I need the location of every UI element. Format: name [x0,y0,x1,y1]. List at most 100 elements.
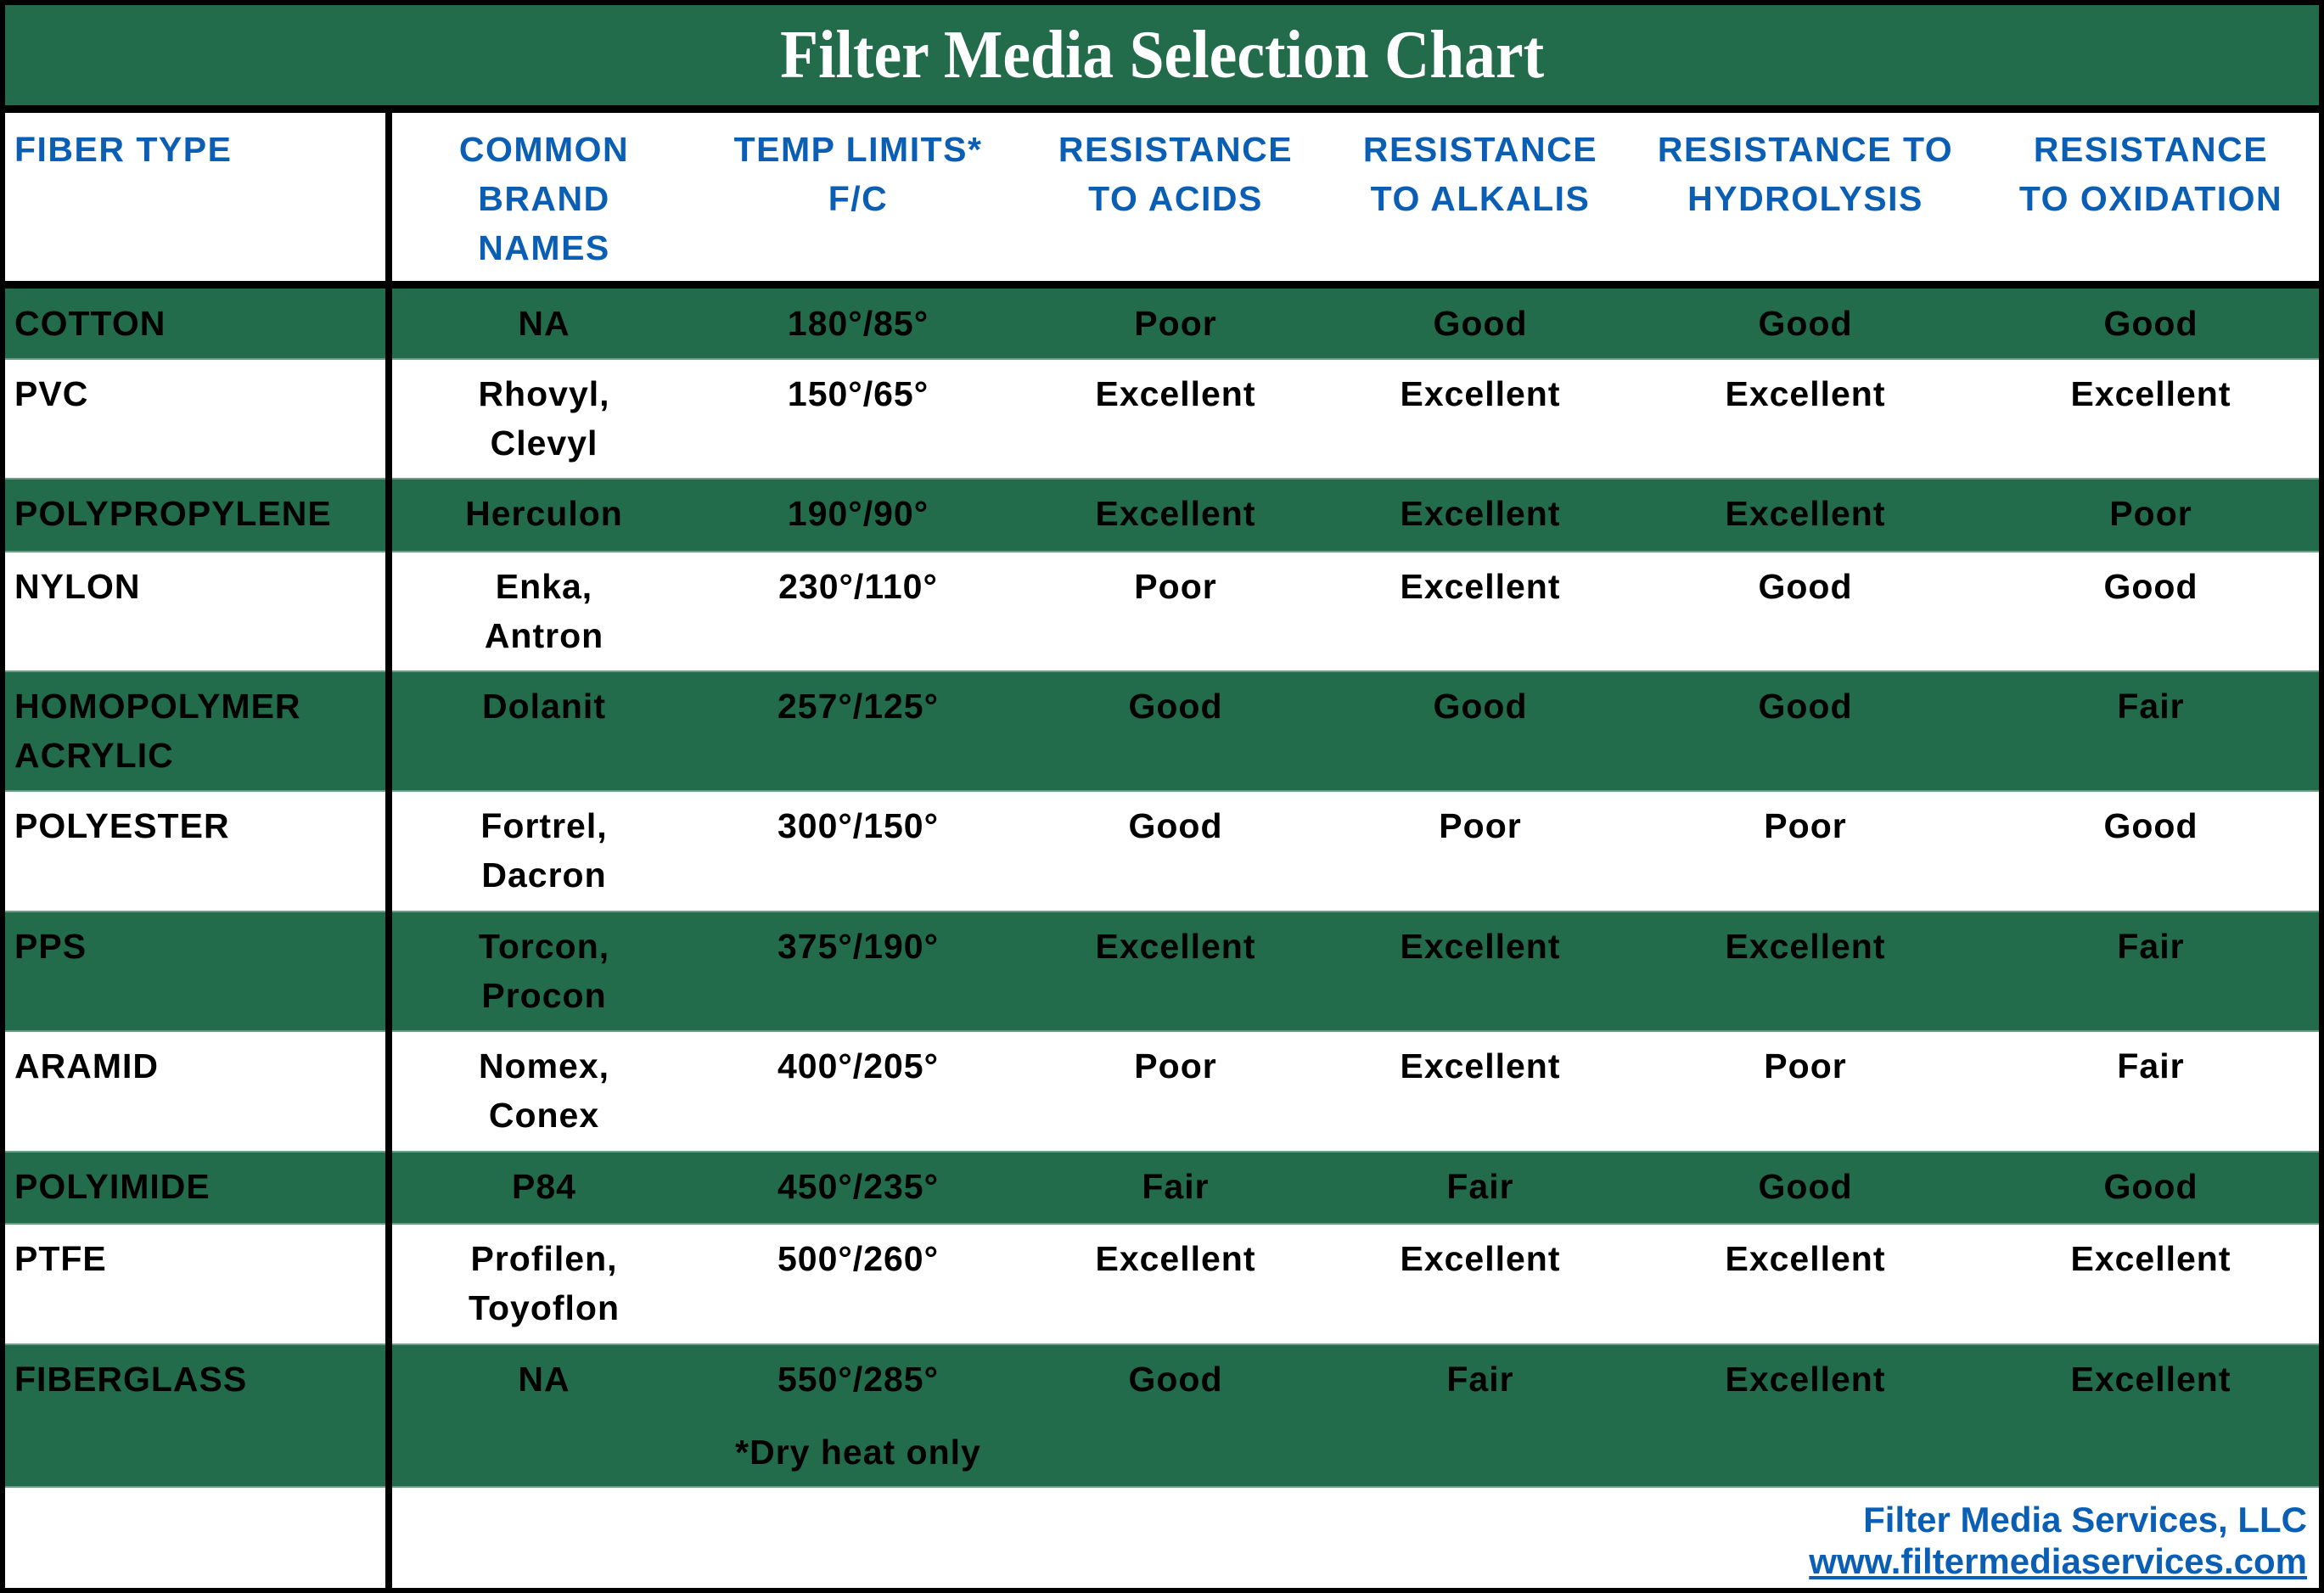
cell-hydrolysis: Poor [1764,806,1847,845]
cell-fiber: POLYESTER [14,806,230,845]
cell-brands: Dolanit [482,687,606,726]
cell-alkalis: Excellent [1400,374,1561,413]
cell-fiber: ARAMID [14,1046,159,1085]
header-divider [5,281,2319,289]
cell-acids: Poor [1134,567,1217,606]
cell-temp: 190°/90° [787,494,929,533]
col-header-fiber-type: FIBER TYPE [14,130,233,169]
cell-brands: Torcon, Procon [478,927,610,1015]
cell-temp: 500°/260° [777,1239,939,1278]
cell-acids: Good [1128,806,1223,845]
cell-hydrolysis: Good [1758,304,1853,343]
col-header-temp-limits: TEMP LIMITS* F/C [733,130,983,218]
row-separator [5,1343,2319,1345]
cell-brands: Rhovyl, Clevyl [478,374,610,463]
table-row-nylon: NYLON Enka, Antron 230°/110° Poor Excellent G… [5,552,2319,671]
cell-brands: Nomex, Conex [478,1046,610,1135]
cell-brands: Enka, Antron [484,567,604,655]
cell-brands: Herculon [465,494,623,533]
cell-oxidation: Excellent [2070,1360,2231,1399]
cell-acids: Poor [1134,1046,1217,1085]
cell-alkalis: Poor [1439,806,1522,845]
cell-temp: 230°/110° [778,567,938,606]
page-title: Filter Media Selection Chart [779,17,1545,93]
cell-alkalis: Fair [1446,1167,1514,1206]
cell-brands: P84 [512,1167,576,1206]
col-header-brand-names: COMMON BRAND NAMES [458,130,630,267]
row-separator [5,670,2319,672]
cell-oxidation: Good [2103,304,2198,343]
table-row-polypropylene: POLYPROPYLENE Herculon 190°/90° Excellent Ex… [5,479,2319,552]
cell-alkalis: Excellent [1400,567,1561,606]
cell-fiber: PPS [14,927,87,966]
cell-oxidation: Fair [2117,1046,2185,1085]
cell-temp: 300°/150° [777,806,939,845]
cell-oxidation: Excellent [2070,374,2231,413]
cell-hydrolysis: Excellent [1725,927,1886,966]
cell-fiber: POLYIMIDE [14,1167,211,1206]
footnote: *Dry heat only [735,1433,981,1472]
cell-oxidation: Good [2103,806,2198,845]
cell-fiber: COTTON [14,304,166,343]
cell-hydrolysis: Excellent [1725,1360,1886,1399]
cell-fiber: POLYPROPYLENE [14,494,332,533]
table-row-fiberglass: FIBERGLASS NA 550°/285° Good Fair Excellent Ex… [5,1344,2319,1486]
cell-oxidation: Poor [2109,494,2192,533]
cell-fiber: FIBERGLASS [14,1360,248,1399]
cell-acids: Good [1128,687,1223,726]
cell-hydrolysis: Excellent [1725,494,1886,533]
table-row-polyimide: POLYIMIDE P84 450°/235° Fair Fair Good Good [5,1152,2319,1224]
table-row-pvc: PVC Rhovyl, Clevyl 150°/65° Excellent Excell… [5,359,2319,479]
cell-temp: 375°/190° [777,927,939,966]
col-header-acids: RESISTANCE TO ACIDS [1058,130,1294,218]
cell-fiber: HOMOPOLYMER ACRYLIC [14,687,301,775]
cell-acids: Excellent [1095,1239,1256,1278]
cell-hydrolysis: Excellent [1725,1239,1886,1278]
footer-website-link[interactable]: www.filtermediaservices.com [1809,1540,2307,1583]
row-separator [5,551,2319,553]
chart-frame: Filter Media Selection Chart FIBER TYPE C… [0,0,2324,1593]
cell-temp: 257°/125° [777,687,939,726]
cell-alkalis: Fair [1446,1360,1514,1399]
cell-alkalis: Excellent [1400,494,1561,533]
col-header-alkalis: RESISTANCE TO ALKALIS [1362,130,1598,218]
cell-temp: 180°/85° [787,304,929,343]
cell-alkalis: Good [1433,304,1528,343]
column-divider [385,113,392,1588]
cell-fiber: PVC [14,374,89,413]
cell-brands: NA [518,304,570,343]
cell-temp: 450°/235° [777,1167,939,1206]
table-row-homopolymer-acrylic: HOMOPOLYMER ACRYLIC Dolanit 257°/125° Good G… [5,671,2319,791]
cell-acids: Good [1128,1360,1223,1399]
table-row-pps: PPS Torcon, Procon 375°/190° Excellent Excel… [5,911,2319,1031]
cell-hydrolysis: Excellent [1725,374,1886,413]
row-separator [5,1151,2319,1153]
row-separator [5,1030,2319,1032]
table-row-ptfe: PTFE Profilen, Toyoflon 500°/260° Excellent… [5,1224,2319,1344]
cell-oxidation: Fair [2117,927,2185,966]
cell-oxidation: Fair [2117,687,2185,726]
table-row-aramid: ARAMID Nomex, Conex 400°/205° Poor Excellent… [5,1031,2319,1152]
title-bar: Filter Media Selection Chart [5,5,2319,105]
cell-temp: 550°/285° [777,1360,939,1399]
row-separator [5,911,2319,912]
cell-acids: Poor [1134,304,1217,343]
cell-acids: Excellent [1095,494,1256,533]
col-header-oxidation: RESISTANCE TO OXIDATION [2018,130,2283,218]
header-row: FIBER TYPE COMMON BRAND NAMES TEMP LIMITS*… [5,113,2319,281]
cell-fiber: NYLON [14,567,141,606]
table-row-polyester: POLYESTER Fortrel, Dacron 300°/150° Good Poo… [5,791,2319,911]
row-separator [5,1223,2319,1225]
cell-brands: Profilen, Toyoflon [468,1239,620,1327]
cell-brands: Fortrel, Dacron [480,806,608,895]
col-header-hydrolysis: RESISTANCE TO HYDROLYSIS [1657,130,1954,218]
cell-oxidation: Excellent [2070,1239,2231,1278]
cell-brands: NA [518,1360,570,1399]
cell-hydrolysis: Poor [1764,1046,1847,1085]
cell-acids: Fair [1142,1167,1210,1206]
table-row-cotton: COTTON NA 180°/85° Poor Good Good Good [5,289,2319,359]
cell-temp: 150°/65° [787,374,929,413]
cell-acids: Excellent [1095,927,1256,966]
cell-hydrolysis: Good [1758,567,1853,606]
row-separator [5,790,2319,792]
